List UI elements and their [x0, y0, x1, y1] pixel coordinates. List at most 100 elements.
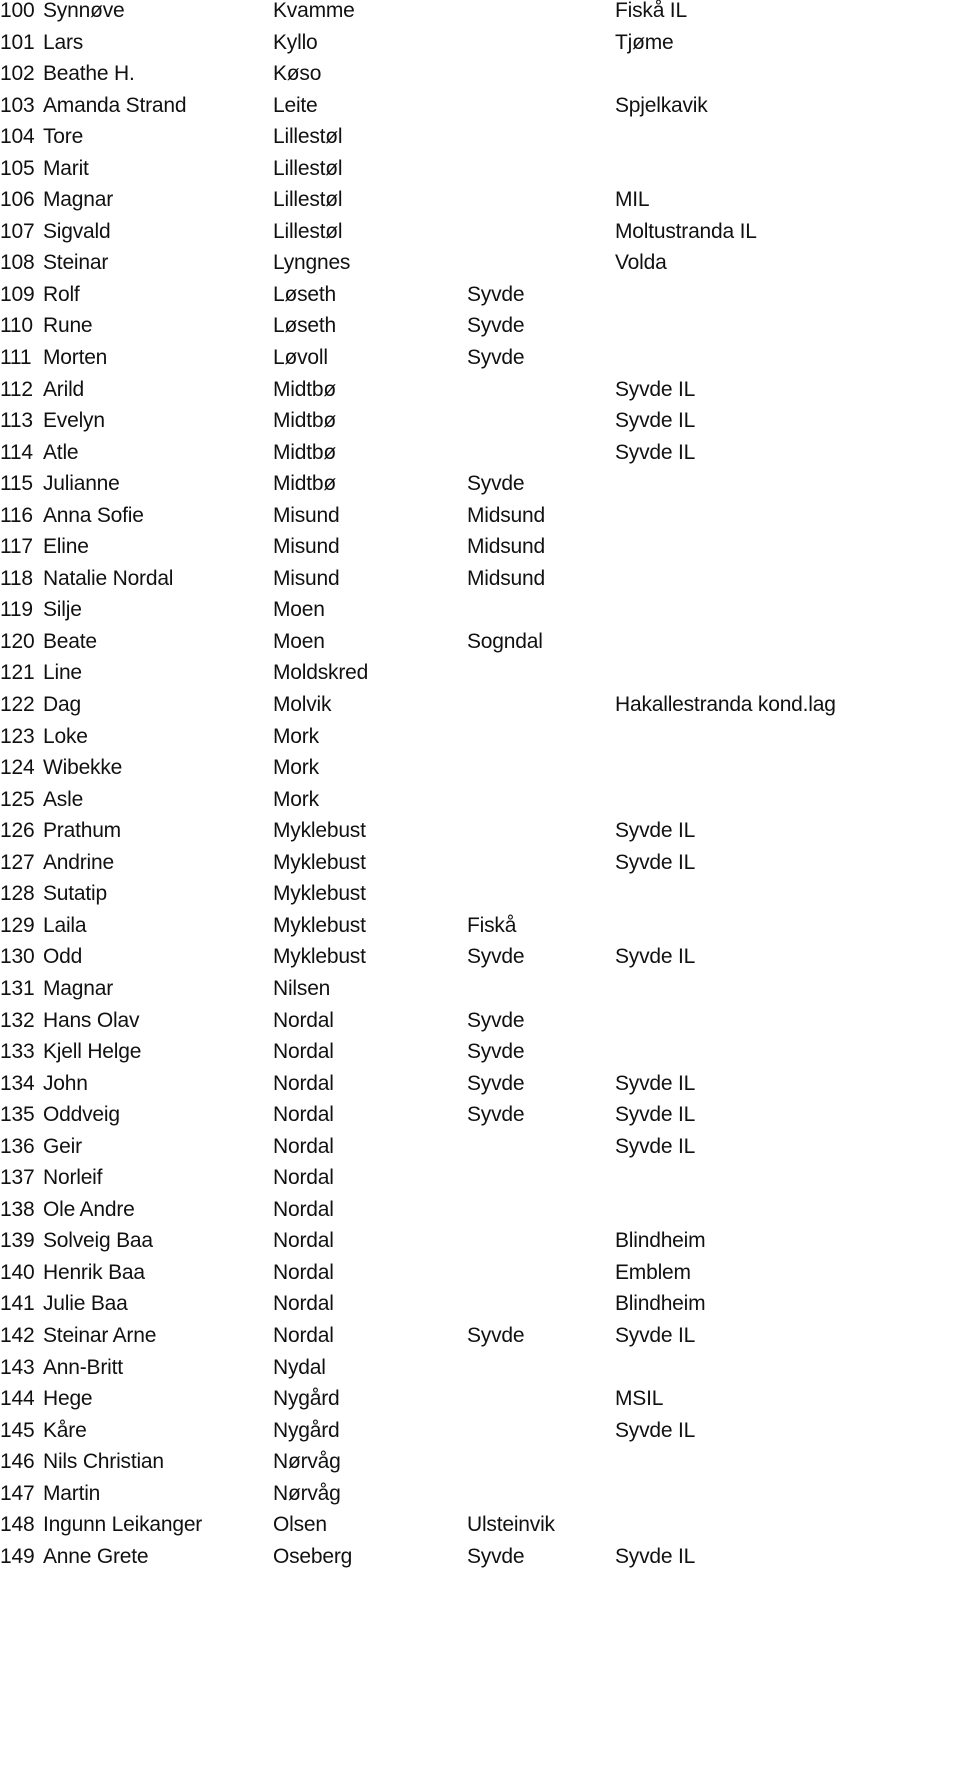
first-name: Ann-Britt — [43, 1355, 123, 1379]
first-name: Amanda Strand — [43, 93, 187, 117]
first-name: Andrine — [43, 850, 114, 874]
list-row: 108 Steinar Lyngnes Volda — [0, 247, 960, 279]
first-name: Oddveig — [43, 1103, 120, 1127]
place: Syvde — [467, 1071, 525, 1095]
list-row: 124 Wibekke Mork — [0, 752, 960, 784]
participant-number: 127 — [0, 850, 35, 874]
list-row: 123 Loke Mork — [0, 721, 960, 753]
participant-number: 105 — [0, 156, 35, 180]
last-name: Nordal — [273, 1197, 334, 1221]
first-name: Wibekke — [43, 756, 123, 780]
participant-number: 109 — [0, 282, 35, 306]
last-name: Nordal — [273, 1260, 334, 1284]
first-name: Geir — [43, 1134, 82, 1158]
last-name: Midtbø — [273, 377, 336, 401]
club: Syvde IL — [615, 1544, 696, 1568]
list-row: 125 Asle Mork — [0, 784, 960, 816]
last-name: Mork — [273, 756, 319, 780]
list-row: 113 Evelyn Midtbø Syvde IL — [0, 405, 960, 437]
list-row: 137 Norleif Nordal — [0, 1162, 960, 1194]
participant-number: 111 — [0, 346, 32, 370]
participant-number: 136 — [0, 1134, 35, 1158]
last-name: Nordal — [273, 1166, 334, 1190]
participant-number: 147 — [0, 1481, 35, 1505]
list-row: 128 Sutatip Myklebust — [0, 878, 960, 910]
list-row: 122 Dag Molvik Hakallestranda kond.lag — [0, 689, 960, 721]
first-name: Odd — [43, 945, 83, 969]
club: MSIL — [615, 1387, 664, 1411]
last-name: Mork — [273, 787, 319, 811]
list-row: 106 Magnar Lillestøl MIL — [0, 184, 960, 216]
club: MIL — [615, 188, 650, 212]
list-row: 107 Sigvald Lillestøl Moltustranda IL — [0, 216, 960, 248]
first-name: John — [43, 1071, 88, 1095]
last-name: Myklebust — [273, 819, 366, 843]
last-name: Kvamme — [273, 0, 355, 22]
place: Syvde — [467, 1040, 525, 1064]
place: Syvde — [467, 282, 525, 306]
first-name: Solveig Baa — [43, 1229, 153, 1253]
place: Midsund — [467, 566, 545, 590]
last-name: Lillestøl — [273, 156, 343, 180]
participant-number: 116 — [0, 503, 33, 527]
last-name: Lyngnes — [273, 251, 351, 275]
place: Syvde — [467, 1323, 525, 1347]
club: Volda — [615, 251, 667, 275]
list-row: 145 Kåre Nygård Syvde IL — [0, 1415, 960, 1447]
club: Blindheim — [615, 1229, 706, 1253]
participant-number: 108 — [0, 251, 35, 275]
first-name: Rune — [43, 314, 93, 338]
last-name: Løvoll — [273, 346, 328, 370]
first-name: Hans Olav — [43, 1008, 140, 1032]
first-name: Natalie Nordal — [43, 566, 174, 590]
last-name: Myklebust — [273, 882, 366, 906]
place: Syvde — [467, 314, 525, 338]
place: Sogndal — [467, 629, 543, 653]
club: Syvde IL — [615, 1071, 696, 1095]
list-row: 129 Laila Myklebust Fiskå — [0, 910, 960, 942]
list-row: 110 Rune Løseth Syvde — [0, 310, 960, 342]
first-name: Kåre — [43, 1418, 87, 1442]
last-name: Mork — [273, 724, 319, 748]
club: Moltustranda IL — [615, 219, 757, 243]
first-name: Kjell Helge — [43, 1040, 142, 1064]
club: Syvde IL — [615, 850, 696, 874]
list-row: 147 Martin Nørvåg — [0, 1478, 960, 1510]
participant-number: 139 — [0, 1229, 35, 1253]
participant-number: 123 — [0, 724, 35, 748]
participant-number: 113 — [0, 409, 33, 433]
club: Syvde IL — [615, 1134, 696, 1158]
participant-number: 106 — [0, 188, 35, 212]
last-name: Myklebust — [273, 913, 366, 937]
first-name: Atle — [43, 440, 79, 464]
last-name: Lillestøl — [273, 188, 343, 212]
participant-number: 143 — [0, 1355, 35, 1379]
last-name: Nordal — [273, 1008, 334, 1032]
list-row: 144 Hege Nygård MSIL — [0, 1383, 960, 1415]
first-name: Synnøve — [43, 0, 125, 22]
place: Midsund — [467, 503, 545, 527]
first-name: Julie Baa — [43, 1292, 128, 1316]
first-name: Hege — [43, 1387, 93, 1411]
participant-number: 149 — [0, 1544, 35, 1568]
first-name: Anna Sofie — [43, 503, 144, 527]
list-row: 149 Anne Grete Oseberg Syvde Syvde IL — [0, 1541, 960, 1573]
last-name: Midtbø — [273, 472, 336, 496]
last-name: Kyllo — [273, 30, 318, 54]
first-name: Magnar — [43, 976, 114, 1000]
participant-number: 133 — [0, 1040, 35, 1064]
club: Spjelkavik — [615, 93, 708, 117]
first-name: Loke — [43, 724, 88, 748]
participant-number: 100 — [0, 0, 35, 22]
participant-number: 146 — [0, 1450, 35, 1474]
list-row: 140 Henrik Baa Nordal Emblem — [0, 1257, 960, 1289]
last-name: Molvik — [273, 693, 332, 717]
participant-number: 129 — [0, 913, 35, 937]
list-row: 148 Ingunn Leikanger Olsen Ulsteinvik — [0, 1509, 960, 1541]
last-name: Nørvåg — [273, 1481, 341, 1505]
first-name: Sutatip — [43, 882, 107, 906]
participant-number: 117 — [0, 535, 33, 559]
first-name: Steinar — [43, 251, 109, 275]
club: Syvde IL — [615, 409, 696, 433]
list-row: 127 Andrine Myklebust Syvde IL — [0, 847, 960, 879]
